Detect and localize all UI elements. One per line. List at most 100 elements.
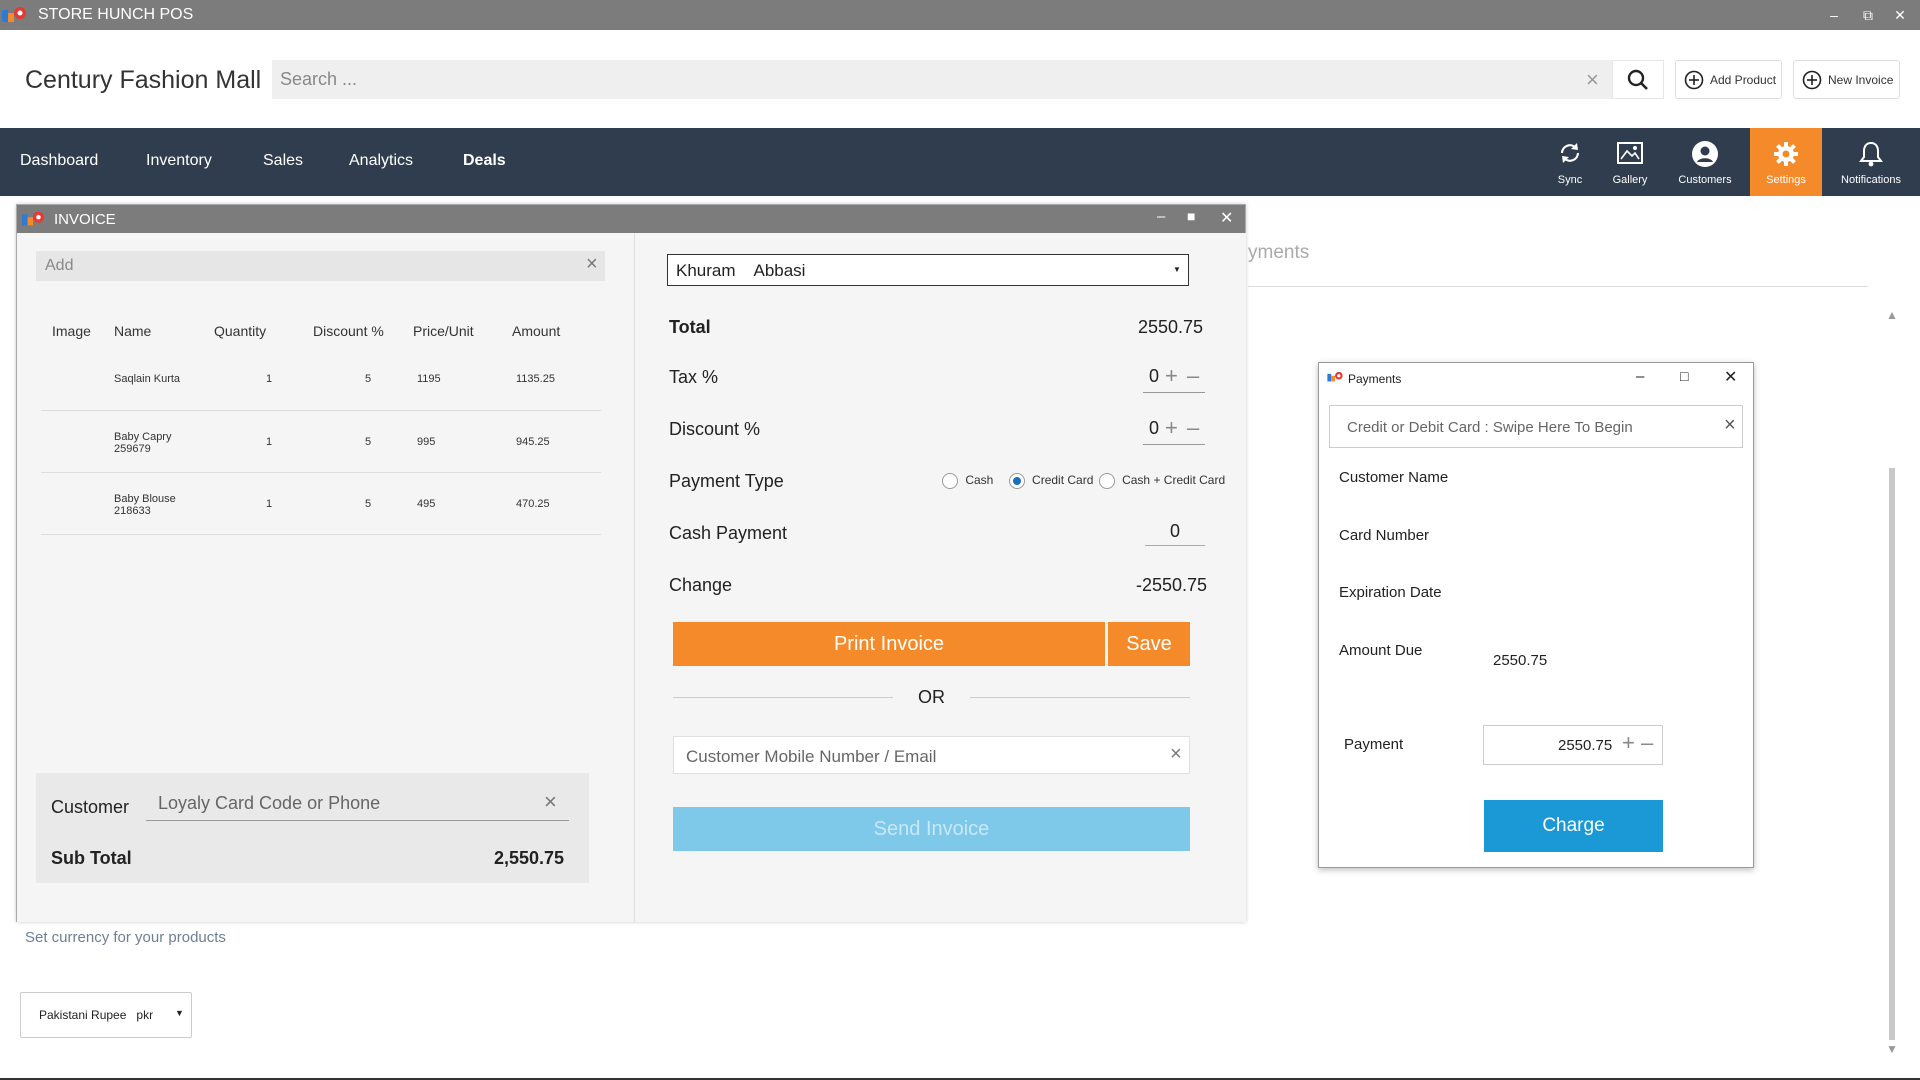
radio-credit-card[interactable] — [1008, 473, 1025, 489]
invoice-minimize-button[interactable]: – — [1157, 208, 1165, 225]
total-value: 2550.75 — [1138, 317, 1204, 337]
contact-placeholder: Customer Mobile Number / Email — [686, 747, 937, 766]
nav-sync[interactable]: Sync — [1540, 128, 1600, 196]
search-input[interactable]: Search ... × — [272, 60, 1612, 99]
payments-tab-label[interactable]: yments — [1248, 242, 1309, 264]
change-value: -2550.75 — [1136, 575, 1208, 595]
minimize-button[interactable]: – — [1820, 4, 1848, 26]
gallery-icon — [1617, 142, 1643, 164]
contact-input[interactable]: Customer Mobile Number / Email × — [673, 736, 1190, 774]
nav-sales[interactable]: Sales — [263, 152, 303, 170]
app-title: STORE HUNCH POS — [38, 6, 194, 23]
customer-code-input[interactable]: Loyaly Card Code or Phone × — [146, 785, 569, 821]
customer-panel: Customer Loyaly Card Code or Phone × Sub… — [36, 773, 589, 883]
table-row[interactable]: Baby Blouse 218633 1 5 495 470.25 — [41, 473, 601, 535]
clear-add-icon[interactable]: × — [586, 253, 598, 276]
settings-icon — [1774, 142, 1798, 166]
search-placeholder: Search ... — [280, 69, 358, 89]
radio-cash-credit[interactable] — [1098, 473, 1115, 489]
cash-payment-value: 0 — [1169, 521, 1180, 541]
card-swipe-input[interactable]: Credit or Debit Card : Swipe Here To Beg… — [1329, 405, 1743, 448]
invoice-maximize-button[interactable]: ■ — [1187, 208, 1195, 224]
col-discount: Discount % — [313, 323, 384, 339]
payment-type-label: Payment Type — [669, 471, 784, 491]
nav-deals[interactable]: Deals — [463, 152, 506, 170]
send-invoice-button[interactable]: Send Invoice — [673, 807, 1190, 851]
clear-swipe-icon[interactable]: × — [1724, 414, 1736, 437]
search-button[interactable] — [1612, 60, 1664, 99]
nav-customers[interactable]: Customers — [1665, 128, 1745, 196]
customer-select[interactable]: Khuram Abbasi ▼ — [667, 254, 1189, 286]
payments-maximize-button[interactable]: □ — [1680, 368, 1688, 384]
add-product-button[interactable]: Add Product — [1675, 60, 1782, 99]
add-item-input[interactable]: Add × — [36, 251, 605, 281]
discount-value: 0 — [1149, 418, 1160, 438]
row-code: 259679 — [114, 443, 151, 455]
nav-analytics[interactable]: Analytics — [349, 152, 413, 170]
table-row[interactable]: Baby Capry 259679 1 5 995 945.25 — [41, 411, 601, 473]
clear-contact-icon[interactable]: × — [1170, 743, 1182, 766]
payment-amount-stepper[interactable]: 2550.75 + – — [1483, 725, 1663, 765]
clear-customer-icon[interactable]: × — [544, 789, 557, 815]
payments-dialog: Payments – □ ✕ Credit or Debit Card : Sw… — [1318, 362, 1754, 868]
scroll-up-icon[interactable]: ▲ — [1886, 308, 1898, 322]
discount-label: Discount % — [669, 419, 761, 439]
payments-close-button[interactable]: ✕ — [1724, 367, 1737, 387]
new-invoice-label: New Invoice — [1828, 72, 1894, 87]
clear-search-icon[interactable]: × — [1586, 67, 1599, 93]
scrollbar-thumb[interactable] — [1889, 468, 1895, 1040]
minus-icon[interactable]: – — [1187, 415, 1199, 441]
amount-due-label: Amount Due — [1339, 642, 1423, 659]
discount-stepper[interactable]: 0 + – — [1143, 415, 1205, 445]
app-logo-icon — [22, 211, 44, 226]
nav-settings[interactable]: Settings — [1750, 128, 1822, 196]
charge-button[interactable]: Charge — [1484, 800, 1663, 852]
plus-icon[interactable]: + — [1165, 415, 1178, 441]
new-invoice-button[interactable]: New Invoice — [1793, 60, 1900, 99]
nav-settings-label: Settings — [1766, 174, 1806, 186]
cash-payment-input[interactable]: 0 — [1145, 516, 1205, 546]
or-divider-left — [673, 697, 893, 698]
add-product-label: Add Product — [1710, 72, 1777, 87]
invoice-close-button[interactable]: ✕ — [1220, 208, 1233, 228]
plus-icon[interactable]: + — [1622, 730, 1635, 756]
plus-icon[interactable]: + — [1165, 363, 1178, 389]
app-titlebar: STORE HUNCH POS – ⧉ ✕ — [0, 0, 1920, 30]
minus-icon[interactable]: – — [1641, 730, 1653, 756]
nav-notifications[interactable]: Notifications — [1826, 128, 1916, 196]
or-label: OR — [918, 687, 945, 707]
col-name: Name — [114, 323, 152, 339]
chevron-down-icon: ▼ — [175, 1008, 184, 1018]
print-invoice-button[interactable]: Print Invoice — [673, 622, 1105, 666]
save-button[interactable]: Save — [1108, 622, 1190, 666]
nav-inventory[interactable]: Inventory — [146, 152, 212, 170]
scroll-down-icon[interactable]: ▼ — [1886, 1042, 1898, 1056]
currency-select[interactable]: Pakistani Rupee pkr ▼ — [20, 992, 192, 1038]
close-button[interactable]: ✕ — [1886, 4, 1914, 26]
change-label: Change — [669, 575, 733, 595]
radio-cash[interactable] — [942, 473, 958, 489]
main-nav: Dashboard Inventory Sales Analytics Deal… — [0, 128, 1920, 196]
payments-titlebar: Payments – □ ✕ — [1319, 363, 1753, 393]
restore-button[interactable]: ⧉ — [1854, 4, 1882, 26]
nav-dashboard[interactable]: Dashboard — [20, 152, 98, 170]
nav-sync-label: Sync — [1557, 174, 1583, 186]
radio-credit-card-label: Credit Card — [1032, 473, 1094, 488]
col-price: Price/Unit — [413, 323, 474, 339]
invoice-summary-pane: Khuram Abbasi ▼ Total 2550.75 Tax % 0 + … — [634, 233, 1246, 922]
radio-cash-credit-label: Cash + Credit Card — [1122, 473, 1226, 488]
row-price: 995 — [417, 436, 436, 448]
subtotal-label: Sub Total — [51, 848, 132, 868]
bell-icon — [1859, 141, 1883, 167]
payments-minimize-button[interactable]: – — [1636, 368, 1644, 385]
nav-gallery[interactable]: Gallery — [1600, 128, 1660, 196]
col-quantity: Quantity — [214, 323, 267, 339]
row-name: Saqlain Kurta — [114, 373, 181, 385]
chevron-down-icon: ▼ — [1173, 265, 1181, 274]
invoice-items-pane: Add × Image Name Quantity Discount % Pri… — [17, 233, 634, 922]
minus-icon[interactable]: – — [1187, 363, 1199, 389]
currency-value: Pakistani Rupee pkr — [39, 1008, 154, 1022]
nav-customers-label: Customers — [1678, 174, 1732, 186]
table-row[interactable]: Saqlain Kurta 1 5 1195 1135.25 — [41, 349, 601, 411]
tax-stepper[interactable]: 0 + – — [1143, 363, 1205, 393]
